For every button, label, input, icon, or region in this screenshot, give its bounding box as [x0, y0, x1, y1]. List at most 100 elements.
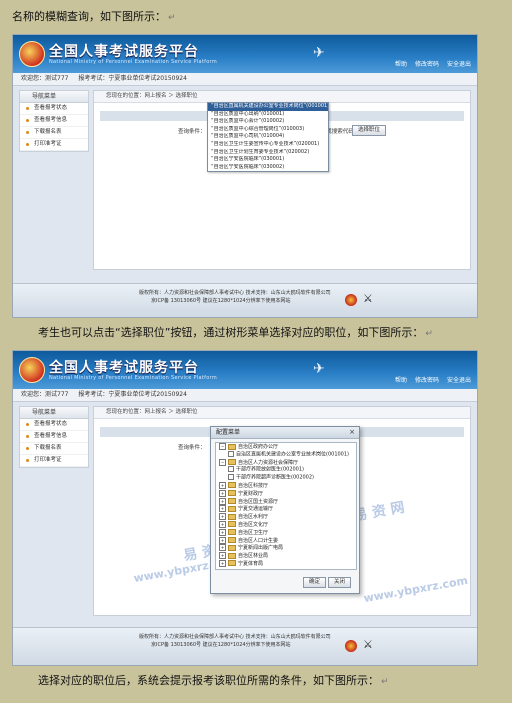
tree-leaf[interactable]: 自治区直属机关建设办公室专业技术岗位(001001)	[216, 450, 356, 459]
folder-icon	[228, 521, 236, 528]
close-button[interactable]: 关闭	[328, 577, 352, 588]
dialog-header: 配置菜单 ×	[211, 427, 359, 439]
tree-item-label: 自治区卫生厅	[238, 529, 269, 536]
user-info-bar: 欢迎您：测试777 报考考试：宁夏事业单位考试20150924	[13, 389, 477, 402]
folder-icon	[228, 537, 236, 544]
tree-item-label: 干部疗养院超声诊断医生(002002)	[236, 474, 314, 481]
tree-node[interactable]: + 自治区文化厅	[216, 520, 356, 529]
autocomplete-item[interactable]: “自治区质监中心司机”(010004)	[208, 133, 328, 141]
tree-leaf[interactable]: 干部疗养院放射医生(002001)	[216, 466, 356, 474]
folder-icon	[228, 459, 236, 466]
help-link[interactable]: 帮助	[395, 375, 407, 384]
app-subtitle: National Ministry of Personnel Examinati…	[49, 59, 217, 65]
sidebar-item-print[interactable]: 打印准考证	[20, 455, 88, 467]
sidebar-item-status[interactable]: 查看报考状态	[20, 419, 88, 431]
tree-item-label: 自治区政府办公厅	[238, 444, 279, 450]
tree-item-label: 宁夏交通运输厅	[238, 506, 274, 513]
autocomplete-item[interactable]: “自治区宁安医院临床”(030001)	[208, 156, 328, 164]
airplane-icon: ✈	[313, 361, 325, 377]
tree-item-label: 干部疗养院放射医生(002001)	[236, 466, 304, 473]
footer-copyright: 版权所有：人力资源和社会保障部人事考试中心 技术支持：山东山大鸥玛软件有限公司	[139, 290, 331, 296]
expand-toggle-icon[interactable]: +	[219, 481, 226, 489]
tree-node[interactable]: + 自治区林业局	[216, 552, 356, 560]
breadcrumb: 您现在的位置：网上报名 ＞ 选择职位	[94, 407, 470, 419]
tree-leaf[interactable]: 干部疗养院超声诊断医生(002002)	[216, 474, 356, 482]
sidebar-title: 导航菜单	[20, 407, 88, 419]
tree-item-label: 自治区人力资源社会保障厅	[238, 459, 299, 466]
logout-link[interactable]: 安全退出	[447, 59, 471, 68]
expand-toggle-icon[interactable]: +	[219, 520, 226, 528]
tree-node[interactable]: + 自治区水利厅	[216, 513, 356, 521]
expand-toggle-icon[interactable]: +	[219, 489, 226, 497]
folder-icon	[228, 560, 236, 567]
autocomplete-item[interactable]: “自治区直属机关建设办公室专业技术岗位”(001001)	[208, 103, 328, 111]
expand-toggle-icon[interactable]: +	[219, 505, 226, 513]
tree-node[interactable]: + 自治区国土资源厅	[216, 497, 356, 506]
folder-icon	[228, 529, 236, 536]
folder-icon	[228, 505, 236, 512]
sidebar-item-print[interactable]: 打印准考证	[20, 139, 88, 151]
tree-node[interactable]: + 宁夏新闻出版广电局	[216, 544, 356, 552]
tree-node[interactable]: + 宁夏体育局	[216, 559, 356, 568]
change-password-link[interactable]: 修改密码	[415, 59, 439, 68]
user-info-bar: 欢迎您：测试777 报考考试：宁夏事业单位考试20150924	[13, 73, 477, 86]
expand-toggle-icon[interactable]: +	[219, 552, 226, 560]
doc-text-1: 名称的模糊查询，如下图所示：	[12, 10, 166, 23]
app-subtitle: National Ministry of Personnel Examinati…	[49, 375, 217, 381]
doc-paragraph-2: 考生也可以点击“选择职位”按钮，通过树形菜单选择对应的职位，如下图所示： ↵	[38, 326, 433, 341]
tree-node[interactable]: + 自治区卫生厅	[216, 528, 356, 537]
tree-node[interactable]: + 自治区科技厅	[216, 481, 356, 490]
autocomplete-item[interactable]: “自治区质监中心出纳”(010001)	[208, 111, 328, 119]
change-password-link[interactable]: 修改密码	[415, 375, 439, 384]
expand-toggle-icon[interactable]: +	[219, 513, 226, 521]
close-icon[interactable]: ×	[349, 427, 355, 438]
help-link[interactable]: 帮助	[395, 59, 407, 68]
expand-toggle-icon[interactable]: +	[219, 536, 226, 544]
sidebar-item-download[interactable]: 下载报名表	[20, 127, 88, 139]
ok-button[interactable]: 确定	[303, 577, 327, 588]
tree-node[interactable]: + 宁夏交通运输厅	[216, 505, 356, 513]
autocomplete-item[interactable]: “自治区质监中心会计”(010002)	[208, 118, 328, 126]
checkbox[interactable]	[228, 450, 234, 457]
paragraph-mark: ↵	[425, 329, 433, 339]
tree-node[interactable]: + 自治区人口计生委	[216, 536, 356, 545]
sidebar-item-info[interactable]: 查看报考信息	[20, 115, 88, 127]
sidebar-item-download[interactable]: 下载报名表	[20, 443, 88, 455]
folder-icon	[228, 498, 236, 505]
emblem-icon	[345, 640, 357, 652]
expand-toggle-icon[interactable]: +	[219, 544, 226, 552]
emblem-icon	[345, 294, 357, 306]
tree-node[interactable]: + 宁夏财政厅	[216, 489, 356, 498]
logo-icon	[19, 41, 45, 67]
query-label: 查询条件：	[178, 445, 206, 451]
doc-paragraph-1: 名称的模糊查询，如下图所示： ↵	[12, 10, 176, 25]
police-icon: ⚔	[363, 638, 373, 651]
logout-link[interactable]: 安全退出	[447, 375, 471, 384]
folder-icon	[228, 482, 236, 489]
autocomplete-item[interactable]: “自治区宁安医院临床”(030002)	[208, 164, 328, 172]
tree-item-label: 自治区林业局	[238, 553, 269, 560]
expand-toggle-icon[interactable]: +	[219, 559, 226, 567]
expand-toggle-icon[interactable]: +	[219, 497, 226, 505]
autocomplete-item[interactable]: “自治区卫生计划生育委专业技术”(020002)	[208, 149, 328, 157]
autocomplete-item[interactable]: “自治区卫生计生委宣传中心专业技术”(020001)	[208, 141, 328, 149]
checkbox[interactable]	[228, 466, 234, 473]
exam-label: 报考考试：宁夏事业单位考试20150924	[78, 75, 187, 82]
footer: 版权所有：人力资源和社会保障部人事考试中心 技术支持：山东山大鸥玛软件有限公司 …	[13, 283, 477, 317]
select-position-button[interactable]: 选择职位	[352, 125, 387, 136]
police-icon: ⚔	[363, 292, 373, 305]
expand-toggle-icon[interactable]: −	[219, 443, 226, 450]
tree-node[interactable]: − 自治区政府办公厅	[216, 443, 356, 451]
sidebar-item-info[interactable]: 查看报考信息	[20, 431, 88, 443]
tree-node[interactable]: − 自治区人力资源社会保障厅	[216, 458, 356, 467]
sidebar-item-status[interactable]: 查看报考状态	[20, 103, 88, 115]
welcome-text: 欢迎您：测试777	[21, 391, 69, 398]
folder-icon	[228, 513, 236, 520]
expand-toggle-icon[interactable]: −	[219, 458, 226, 466]
autocomplete-list: “自治区直属机关建设办公室专业技术岗位”(001001) “自治区质监中心出纳”…	[207, 102, 329, 173]
autocomplete-item[interactable]: “自治区质监中心综合管理岗位”(010003)	[208, 126, 328, 134]
expand-toggle-icon[interactable]: +	[219, 528, 226, 536]
folder-icon	[228, 443, 236, 450]
checkbox[interactable]	[228, 474, 234, 481]
query-label: 查询条件：	[178, 129, 206, 135]
